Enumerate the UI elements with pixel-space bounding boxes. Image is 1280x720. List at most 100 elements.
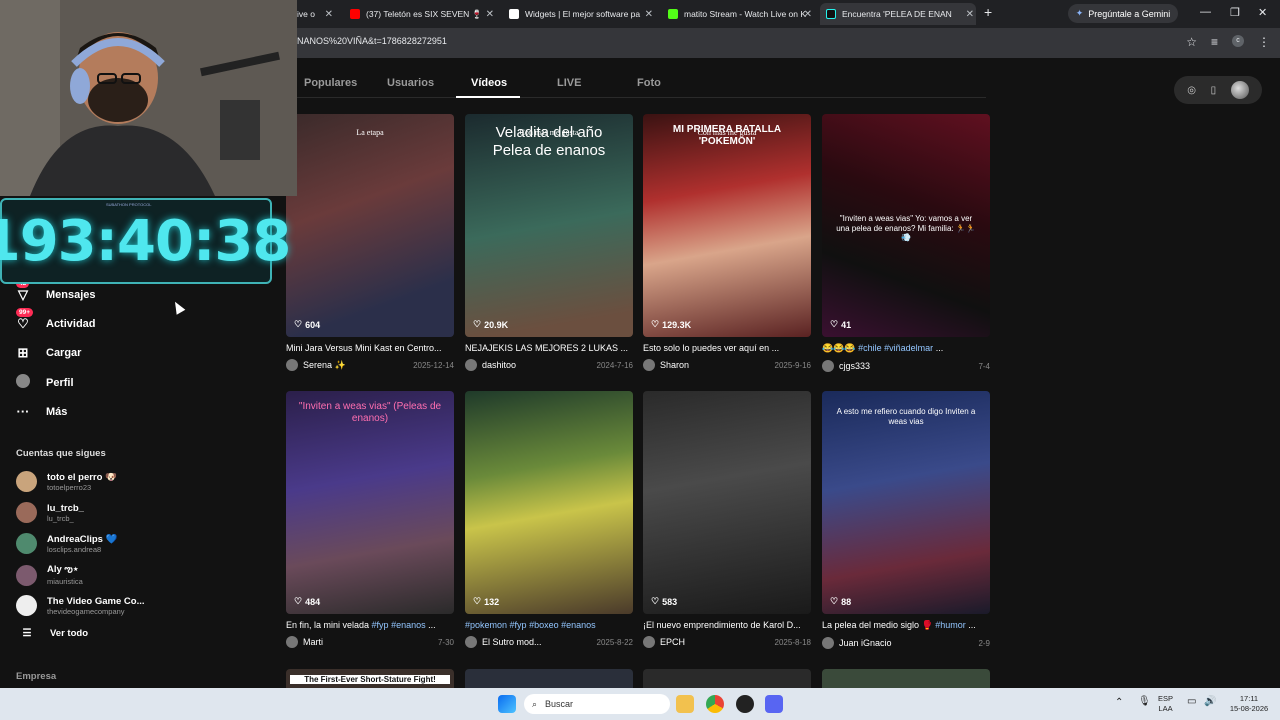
nav-actividad[interactable]: ♡ 99+ Actividad (14, 308, 96, 332)
browser-tab[interactable]: ive o ✕ (297, 3, 335, 25)
video-description[interactable]: Esto solo lo puedes ver aquí en ... (643, 343, 811, 353)
new-tab-icon[interactable]: + (984, 4, 992, 20)
close-icon[interactable]: ✕ (486, 9, 494, 20)
video-thumbnail[interactable]: The First-Ever Short-Stature Fight! (286, 669, 454, 688)
video-description[interactable]: La pelea del medio siglo 🥊 #humor ... (822, 620, 990, 631)
avatar[interactable] (643, 636, 655, 648)
video-card[interactable]: Con más me gusta Veladita del año Pelea … (465, 114, 633, 371)
video-thumbnail[interactable]: La etapa ♡ 604 (286, 114, 454, 337)
tab-usuarios[interactable]: Usuarios (387, 77, 434, 89)
followed-account[interactable]: lu_trcb_ lu_trcb_ (16, 502, 84, 523)
browser-tab[interactable]: (37) Teletón es SIX SEVEN 🍷 ✕ (350, 3, 496, 25)
video-description[interactable]: #pokemon #fyp #boxeo #enanos (465, 620, 633, 630)
hashtag[interactable]: #chile (858, 343, 882, 353)
tray-chevron-icon[interactable]: ⌃ (1115, 698, 1123, 708)
video-author[interactable]: Juan iGnacio (839, 638, 892, 648)
hashtag[interactable]: #enanos (561, 620, 596, 630)
hashtag[interactable]: #boxeo (529, 620, 559, 630)
network-icon[interactable]: ▭ (1187, 697, 1196, 707)
restore-icon[interactable]: ❐ (1230, 6, 1240, 19)
followed-account[interactable]: The Video Game Co... thevideogamecompany (16, 595, 145, 616)
tab-live[interactable]: LIVE (557, 77, 581, 89)
close-icon[interactable]: ✕ (966, 9, 974, 20)
avatar[interactable] (465, 359, 477, 371)
video-card[interactable]: A esto me refiero cuando digo Inviten a … (822, 391, 990, 649)
video-thumbnail[interactable] (465, 669, 633, 688)
tab-populares[interactable]: Populares (304, 77, 357, 89)
video-thumbnail[interactable]: Con más me gusta Veladita del año Pelea … (465, 114, 633, 337)
browser-tab-active[interactable]: Encuentra 'PELEA DE ENAN ✕ (820, 3, 976, 25)
video-thumbnail[interactable] (822, 669, 990, 688)
clock[interactable]: 17:11 15-08-2026 (1224, 694, 1274, 714)
bookmark-star-icon[interactable]: ☆ (1186, 35, 1197, 49)
video-description[interactable]: Mini Jara Versus Mini Kast en Centro... (286, 343, 454, 353)
tab-foto[interactable]: Foto (637, 77, 661, 89)
video-author[interactable]: Sharon (660, 360, 689, 370)
video-description[interactable]: ¡El nuevo emprendimiento de Karol D... (643, 620, 811, 630)
avatar[interactable] (1230, 81, 1249, 99)
media-icon[interactable]: ≡ (1211, 35, 1218, 49)
nav-cargar[interactable]: ⊞ Cargar (14, 345, 82, 361)
video-author[interactable]: dashitoo (482, 360, 516, 370)
video-thumbnail[interactable]: "Inviten a weas vias" (Peleas de enanos)… (286, 391, 454, 614)
phone-icon[interactable]: ▯ (1211, 85, 1217, 96)
close-icon[interactable]: ✕ (325, 9, 333, 20)
obs-icon[interactable] (736, 695, 754, 713)
video-thumbnail[interactable] (643, 669, 811, 688)
windows-start-icon[interactable] (498, 695, 516, 713)
video-description[interactable]: NEJAJEKIS LAS MEJORES 2 LUKAS ... (465, 343, 633, 353)
video-description[interactable]: En fin, la mini velada #fyp #enanos ... (286, 620, 454, 630)
avatar[interactable] (286, 636, 298, 648)
profile-avatar-icon[interactable]: c (1232, 35, 1244, 47)
volume-icon[interactable]: 🔊 (1204, 697, 1216, 707)
empresa-section[interactable]: Empresa (16, 671, 56, 682)
discord-icon[interactable] (765, 695, 783, 713)
taskbar-search[interactable]: ⌕ Buscar (524, 694, 670, 714)
avatar[interactable] (465, 636, 477, 648)
menu-dots-icon[interactable]: ⋮ (1258, 35, 1270, 49)
close-icon[interactable]: ✕ (804, 9, 812, 20)
video-author[interactable]: EPCH (660, 637, 685, 647)
hashtag[interactable]: #fyp (372, 620, 389, 630)
hashtag[interactable]: #humor (935, 620, 966, 630)
explorer-icon[interactable] (676, 695, 694, 713)
chrome-icon[interactable] (706, 695, 724, 713)
hashtag[interactable]: #fyp (510, 620, 527, 630)
video-thumbnail[interactable]: Con más me gusta MI PRIMERA BATALLA 'POK… (643, 114, 811, 337)
followed-account[interactable]: AndreaClips 💙 losclips.andrea8 (16, 533, 117, 554)
close-icon[interactable]: ✕ (645, 9, 653, 20)
avatar[interactable] (822, 360, 834, 372)
followed-account[interactable]: toto el perro 🐶 totoelperro23 (16, 471, 117, 492)
hashtag[interactable]: #pokemon (465, 620, 507, 630)
nav-mensajes[interactable]: ▽42 Mensajes (14, 279, 96, 303)
nav-perfil[interactable]: Perfil (14, 374, 74, 391)
video-card[interactable]: La etapa ♡ 604 Mini Jara Versus Mini Kast… (286, 114, 454, 371)
close-window-icon[interactable]: ✕ (1258, 6, 1267, 19)
gemini-button[interactable]: ✦ Pregúntale a Gemini (1068, 4, 1178, 23)
followed-account[interactable]: Aly ఌ︎⋆ miauristica (16, 564, 83, 586)
url-text[interactable]: NANOS%20VIÑA&t=1786828272951 (297, 36, 447, 46)
avatar[interactable] (643, 359, 655, 371)
video-card[interactable]: Con más me gusta MI PRIMERA BATALLA 'POK… (643, 114, 811, 371)
video-author[interactable]: Marti (303, 637, 323, 647)
video-thumbnail[interactable]: ♡ 583 (643, 391, 811, 614)
video-thumbnail[interactable]: ♡ 132 (465, 391, 633, 614)
video-author[interactable]: El Sutro mod... (482, 637, 542, 647)
video-thumbnail[interactable]: A esto me refiero cuando digo Inviten a … (822, 391, 990, 614)
video-author[interactable]: cjgs333 (839, 361, 870, 371)
video-card[interactable]: "Inviten a weas vias" Yo: vamos a ver un… (822, 114, 990, 372)
tab-videos[interactable]: Vídeos (471, 77, 507, 89)
nav-mas[interactable]: ··· Más (14, 404, 68, 419)
browser-tab[interactable]: matito Stream - Watch Live on K ✕ (668, 3, 814, 25)
video-card[interactable]: ♡ 132 #pokemon #fyp #boxeo #enanos El Sut… (465, 391, 633, 648)
video-card[interactable]: ♡ 583 ¡El nuevo emprendimiento de Karol D… (643, 391, 811, 648)
hashtag[interactable]: #viñadelmar (884, 343, 933, 353)
browser-tab[interactable]: Widgets | El mejor software pa ✕ (509, 3, 655, 25)
compass-icon[interactable]: ◎ (1187, 85, 1196, 96)
language-indicator[interactable]: ESP LAA (1158, 694, 1173, 714)
video-description[interactable]: 😂😂😂 #chile #viñadelmar ... (822, 343, 990, 354)
hashtag[interactable]: #enanos (391, 620, 426, 630)
minimize-icon[interactable]: — (1200, 6, 1211, 18)
avatar[interactable] (286, 359, 298, 371)
see-all-link[interactable]: ☰ Ver todo (18, 628, 89, 639)
